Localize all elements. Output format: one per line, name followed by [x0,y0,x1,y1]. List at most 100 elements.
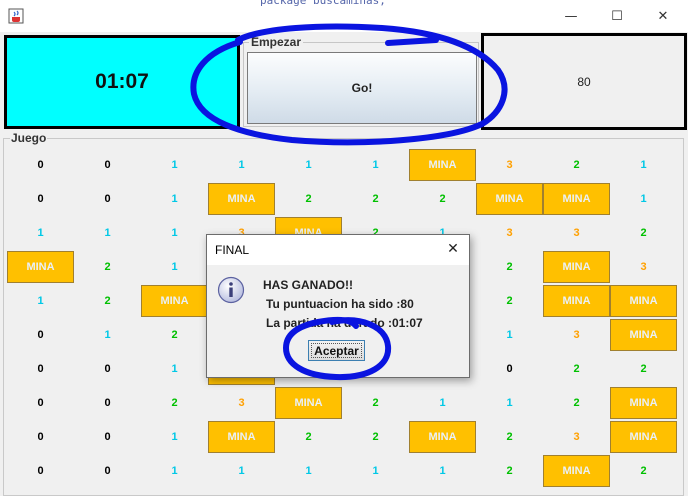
number-cell[interactable]: 0 [74,386,141,420]
number-cell[interactable]: 2 [342,182,409,216]
number-cell[interactable]: 2 [74,250,141,284]
number-cell[interactable]: 3 [610,250,677,284]
start-panel-legend: Empezar [249,35,304,49]
number-cell[interactable]: 2 [74,284,141,318]
mine-cell[interactable]: MINA [7,251,74,283]
number-cell[interactable]: 1 [275,148,342,182]
number-cell[interactable]: 2 [610,454,677,488]
number-cell[interactable]: 1 [141,250,208,284]
number-cell[interactable]: 0 [74,148,141,182]
number-cell[interactable]: 2 [275,420,342,454]
number-cell[interactable]: 1 [208,148,275,182]
number-cell[interactable]: 1 [342,454,409,488]
mine-cell[interactable]: MINA [543,285,610,317]
number-cell[interactable]: 3 [476,148,543,182]
number-cell[interactable]: 2 [543,386,610,420]
number-cell[interactable]: 1 [476,318,543,352]
number-cell[interactable]: 1 [141,352,208,386]
number-cell[interactable]: 2 [476,454,543,488]
dialog-body: HAS GANADO!! Tu puntuacion ha sido :80 L… [207,265,469,377]
mine-cell[interactable]: MINA [543,183,610,215]
number-cell[interactable]: 0 [476,352,543,386]
dialog-time-line: La partida ha durado :01:07 [266,316,423,330]
mine-cell[interactable]: MINA [610,319,677,351]
mine-cell[interactable]: MINA [409,149,476,181]
go-button[interactable]: Go! [247,52,477,124]
dialog-close-icon[interactable]: ✕ [443,239,463,259]
mine-cell[interactable]: MINA [409,421,476,453]
close-button[interactable]: ✕ [640,0,686,32]
mine-cell[interactable]: MINA [610,421,677,453]
number-cell[interactable]: 3 [543,318,610,352]
number-cell[interactable]: 3 [208,386,275,420]
number-cell[interactable]: 1 [409,454,476,488]
mine-cell[interactable]: MINA [476,183,543,215]
java-cup-icon [8,8,24,24]
number-cell[interactable]: 2 [342,386,409,420]
number-cell[interactable]: 0 [7,420,74,454]
number-cell[interactable]: 2 [476,284,543,318]
mine-cell[interactable]: MINA [141,285,208,317]
number-cell[interactable]: 1 [610,148,677,182]
number-cell[interactable]: 0 [74,182,141,216]
number-cell[interactable]: 0 [7,352,74,386]
mine-cell[interactable]: MINA [610,387,677,419]
mine-cell[interactable]: MINA [543,251,610,283]
number-cell[interactable]: 1 [7,284,74,318]
mine-cell[interactable]: MINA [208,183,275,215]
number-cell[interactable]: 0 [7,182,74,216]
number-cell[interactable]: 1 [141,420,208,454]
mine-cell[interactable]: MINA [610,285,677,317]
mine-cell[interactable]: MINA [543,455,610,487]
number-cell[interactable]: 2 [275,182,342,216]
number-cell[interactable]: 1 [74,318,141,352]
timer-display: 01:07 [4,35,240,129]
number-cell[interactable]: 0 [7,148,74,182]
title-bar: package buscaminas; — ☐ ✕ [0,0,688,32]
number-cell[interactable]: 0 [74,420,141,454]
number-cell[interactable]: 0 [7,318,74,352]
number-cell[interactable]: 3 [543,216,610,250]
mine-cell[interactable]: MINA [208,421,275,453]
number-cell[interactable]: 2 [543,352,610,386]
mine-cell[interactable]: MINA [275,387,342,419]
maximize-button[interactable]: ☐ [594,0,640,32]
number-cell[interactable]: 1 [275,454,342,488]
number-cell[interactable]: 3 [476,216,543,250]
number-cell[interactable]: 0 [7,454,74,488]
score-display: 80 [481,33,687,130]
dialog-score-line: Tu puntuacion ha sido :80 [266,297,414,311]
number-cell[interactable]: 1 [141,182,208,216]
number-cell[interactable]: 2 [141,318,208,352]
number-cell[interactable]: 0 [74,352,141,386]
number-cell[interactable]: 2 [476,250,543,284]
number-cell[interactable]: 1 [610,182,677,216]
number-cell[interactable]: 2 [409,182,476,216]
number-cell[interactable]: 2 [610,352,677,386]
minimize-button[interactable]: — [548,0,594,32]
number-cell[interactable]: 1 [208,454,275,488]
game-panel-legend: Juego [10,131,48,145]
number-cell[interactable]: 1 [476,386,543,420]
number-cell[interactable]: 1 [7,216,74,250]
number-cell[interactable]: 2 [610,216,677,250]
number-cell[interactable]: 2 [476,420,543,454]
number-cell[interactable]: 2 [342,420,409,454]
final-dialog: FINAL ✕ HAS GANADO!! Tu puntuacion ha si… [206,234,470,378]
number-cell[interactable]: 1 [342,148,409,182]
number-cell[interactable]: 0 [74,454,141,488]
start-panel: Empezar Go! [243,35,479,127]
number-cell[interactable]: 1 [141,148,208,182]
number-cell[interactable]: 1 [141,216,208,250]
number-cell[interactable]: 2 [543,148,610,182]
number-cell[interactable]: 3 [543,420,610,454]
dialog-message-title: HAS GANADO!! [263,278,353,292]
number-cell[interactable]: 1 [74,216,141,250]
background-code-text: package buscaminas; [260,0,390,6]
accept-button[interactable]: Aceptar [308,340,365,361]
number-cell[interactable]: 1 [409,386,476,420]
number-cell[interactable]: 2 [141,386,208,420]
number-cell[interactable]: 1 [141,454,208,488]
number-cell[interactable]: 0 [7,386,74,420]
dialog-title: FINAL [215,243,250,257]
